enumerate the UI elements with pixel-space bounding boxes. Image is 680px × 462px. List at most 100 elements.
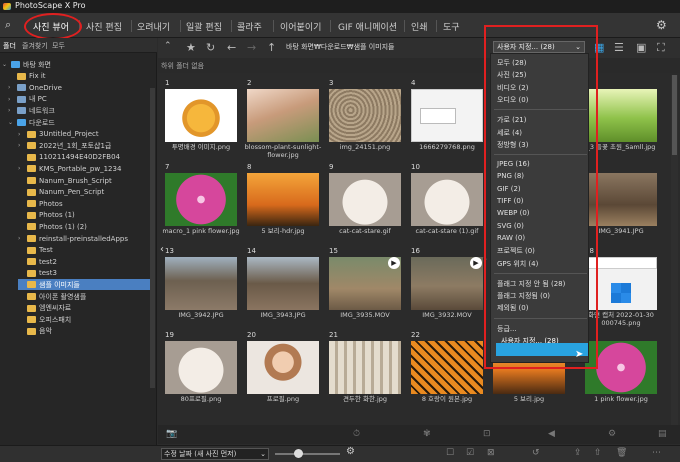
thumbnail-image[interactable] [411, 89, 483, 142]
tree-item[interactable]: Nanum_Pen_Script [18, 187, 104, 198]
tree-item[interactable]: › KMS_Portable_pw_1234 [18, 163, 121, 174]
tab-cutout[interactable]: 오려내기 [137, 20, 170, 33]
delete-icon[interactable]: 🗑 [616, 448, 627, 458]
chevron-right-icon[interactable]: › [8, 107, 14, 114]
tree-item[interactable]: › OneDrive [8, 82, 62, 93]
tree-item[interactable]: › 네트워크 [8, 105, 55, 116]
tab-tools[interactable]: 도구 [443, 20, 460, 33]
chevron-right-icon[interactable]: › [18, 165, 24, 172]
back-icon[interactable]: ← [227, 41, 236, 54]
thumbnail-image[interactable] [411, 173, 483, 226]
sound-icon[interactable]: ◀ [548, 429, 555, 439]
tree-item[interactable]: 샘플 이미지들 [18, 279, 150, 291]
tab-folders[interactable]: 폴더 [3, 41, 16, 51]
tree-item[interactable]: 아이폰 촬영샘플 [18, 291, 86, 302]
play-icon[interactable]: ▶ [388, 257, 400, 269]
tab-print[interactable]: 인쇄 [411, 20, 428, 33]
thumbnail-cell[interactable]: 19 80프로필.png [162, 331, 240, 413]
thumbnail-image[interactable] [247, 173, 319, 226]
sort-select[interactable]: 수정 날짜 (새 사진 먼저) ⌄ [161, 448, 269, 460]
tab-editor[interactable]: 사진 편집 [86, 20, 122, 33]
rotate-icon[interactable]: ↺ [532, 448, 540, 458]
tab-all[interactable]: 모두 [52, 41, 65, 51]
zoom-slider[interactable] [275, 453, 340, 455]
tab-batch[interactable]: 일괄 편집 [186, 20, 222, 33]
tree-item[interactable]: 오피스패치 [18, 314, 71, 325]
thumbnail-cell[interactable]: 14 IMG_3943.JPG [244, 247, 322, 329]
chevron-right-icon[interactable]: › [8, 84, 14, 91]
chevron-right-icon[interactable]: › [18, 142, 24, 149]
forward-icon[interactable]: → [247, 41, 256, 54]
tree-item[interactable]: 엠엔씨자료 [18, 303, 71, 314]
thumbnail-image[interactable] [165, 257, 237, 310]
crop-icon[interactable]: ⊡ [483, 429, 491, 439]
star-icon[interactable]: ★ [186, 41, 196, 54]
play-icon[interactable]: ▶ [470, 257, 482, 269]
thumbnail-cell[interactable]: 3 img_24151.png [326, 79, 404, 161]
thumbnail-cell[interactable]: 4 1666279768.png [408, 79, 486, 161]
check-all-icon[interactable]: ☑ [466, 448, 474, 458]
zoom-slider-knob[interactable] [294, 449, 303, 458]
thumbnail-cell[interactable]: 9 cat-cat-stare.gif [326, 163, 404, 245]
tree-item[interactable]: Fix it [8, 71, 46, 82]
chevron-right-icon[interactable]: › [8, 96, 14, 103]
thumbnail-cell[interactable]: 2 blossom-plant-sunlight-flower.jpg [244, 79, 322, 161]
thumbnail-cell[interactable]: 13 IMG_3942.JPG [162, 247, 240, 329]
gear-icon[interactable]: ⚙ [656, 18, 667, 32]
tree-item[interactable]: › 2022년_1회_포토샵1급 [18, 140, 111, 151]
thumbnail-image[interactable] [165, 173, 237, 226]
collapse-icon[interactable]: ⌃ [164, 41, 172, 51]
chevron-right-icon[interactable]: › [18, 235, 24, 242]
tree-item[interactable]: test3 [18, 268, 57, 279]
tree-item[interactable]: › 3Untitled_Project [18, 129, 99, 140]
chevron-right-icon[interactable]: › [18, 131, 24, 138]
chevron-down-icon[interactable]: ⌄ [2, 61, 8, 68]
prev-arrow-icon[interactable]: ‹ [160, 244, 164, 255]
tree-item[interactable]: Photos [18, 198, 63, 209]
tree-item[interactable]: test2 [18, 256, 57, 267]
breadcrumb[interactable]: 바탕 화면₩다운로드₩샘플 이미지들 [286, 42, 394, 52]
grid-scrollbar[interactable] [671, 75, 678, 425]
chevron-down-icon[interactable]: ⌄ [8, 119, 14, 126]
tree-item[interactable]: › reinstall-preinstalledApps [18, 233, 128, 244]
thumbnail-image[interactable] [329, 173, 401, 226]
tree-item[interactable]: 110211494E40D2FB04 [18, 152, 120, 163]
tab-collage[interactable]: 콜라주 [237, 20, 262, 33]
thumbnail-image[interactable] [247, 257, 319, 310]
select-icon[interactable]: ⊠ [487, 448, 495, 458]
tree-item[interactable]: ⌄ 바탕 화면 [2, 59, 51, 70]
export-icon[interactable]: ⇧ [594, 448, 602, 458]
thumbnail-cell[interactable]: 10 cat-cat-stare (1).gif [408, 163, 486, 245]
tree-item[interactable]: Photos (1) [18, 210, 75, 221]
thumbnail-image[interactable] [329, 89, 401, 142]
refresh-icon[interactable]: ↻ [206, 41, 215, 54]
tree-item[interactable]: 음악 [18, 326, 52, 337]
thumbnail-image[interactable] [329, 341, 401, 394]
timer-icon[interactable]: ⏱ [353, 429, 360, 439]
palette-icon[interactable]: ✾ [423, 429, 431, 439]
thumbnail-cell[interactable]: 7 macro_1 pink flower.jpg [162, 163, 240, 245]
tree-item[interactable]: Photos (1) (2) [18, 221, 87, 232]
thumbnail-image[interactable] [165, 89, 237, 142]
fullscreen-icon[interactable]: ⛶ [657, 41, 665, 55]
tab-favorites[interactable]: 즐겨찾기 [22, 41, 48, 51]
thumbnail-cell[interactable]: 20 프로필.png [244, 331, 322, 413]
thumbnail-cell[interactable]: 21 견두한 화한.jpg [326, 331, 404, 413]
tree-item[interactable]: › 내 PC [8, 94, 47, 105]
search-icon[interactable]: ⌕ [5, 18, 11, 32]
thumbnail-image[interactable] [165, 341, 237, 394]
film-icon[interactable]: ▤ [658, 429, 667, 439]
thumbnail-cell[interactable]: 22 8 호랑이 원본.jpg [408, 331, 486, 413]
more-icon[interactable]: ⋯ [652, 448, 661, 458]
share-icon[interactable]: ⇪ [574, 448, 582, 458]
thumbnail-image[interactable] [247, 341, 319, 394]
thumbnail-cell[interactable]: 8 5 보리-hdr.jpg [244, 163, 322, 245]
list-view-icon[interactable]: ☰ [614, 41, 624, 54]
thumbnail-image[interactable] [411, 341, 483, 394]
thumbnail-cell[interactable]: 15 IMG_3935.MOV ▶ [326, 247, 404, 329]
tree-item[interactable]: ⌄ 다운로드 [8, 117, 55, 128]
up-icon[interactable]: ↑ [267, 41, 276, 54]
thumbnail-cell[interactable]: 16 IMG_3932.MOV ▶ [408, 247, 486, 329]
tab-gif[interactable]: GIF 애니메이션 [338, 20, 397, 33]
camera-icon[interactable]: 📷 [166, 429, 177, 439]
